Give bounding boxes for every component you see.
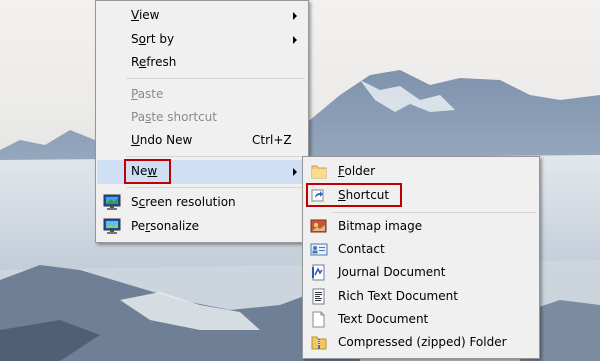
submenu-item-contact[interactable]: Contact bbox=[304, 238, 538, 261]
menu-item-paste[interactable]: Paste bbox=[97, 83, 307, 106]
menu-item-label: Refresh bbox=[131, 55, 177, 69]
submenu-item-label: Contact bbox=[338, 242, 385, 256]
desktop-context-menu: View Sort by Refresh Paste Paste shortcu… bbox=[95, 0, 309, 243]
rich-text-document-icon bbox=[310, 288, 328, 305]
submenu-item-label: Compressed (zipped) Folder bbox=[338, 335, 507, 349]
submenu-item-text-document[interactable]: Text Document bbox=[304, 308, 538, 331]
shortcut-item-annotation-box bbox=[306, 183, 402, 207]
bitmap-image-icon bbox=[310, 218, 328, 235]
submenu-item-label: Text Document bbox=[338, 312, 429, 326]
folder-icon bbox=[310, 163, 328, 180]
personalize-icon bbox=[103, 218, 121, 235]
menu-item-sort-by[interactable]: Sort by bbox=[97, 28, 307, 51]
menu-separator bbox=[126, 156, 305, 157]
keyboard-shortcut: Ctrl+Z bbox=[252, 133, 292, 147]
submenu-arrow-icon bbox=[293, 12, 297, 20]
submenu-arrow-icon bbox=[293, 36, 297, 44]
menu-separator bbox=[333, 212, 536, 213]
menu-item-label: Paste bbox=[131, 87, 164, 101]
menu-item-refresh[interactable]: Refresh bbox=[97, 51, 307, 74]
zipped-folder-icon bbox=[310, 334, 328, 351]
submenu-item-bitmap-image[interactable]: Bitmap image bbox=[304, 215, 538, 238]
text-document-icon bbox=[310, 311, 328, 328]
submenu-item-folder[interactable]: Folder bbox=[304, 160, 538, 183]
new-item-annotation-box bbox=[124, 159, 171, 184]
menu-item-undo-new[interactable]: Undo New Ctrl+Z bbox=[97, 129, 307, 152]
menu-item-paste-shortcut[interactable]: Paste shortcut bbox=[97, 106, 307, 129]
submenu-item-label: Bitmap image bbox=[338, 219, 423, 233]
contact-icon bbox=[310, 241, 328, 258]
screen-resolution-icon bbox=[103, 194, 121, 211]
submenu-item-label: Folder bbox=[338, 164, 376, 178]
menu-item-personalize[interactable]: Personalize bbox=[97, 215, 307, 238]
submenu-item-journal-document[interactable]: Journal Document bbox=[304, 261, 538, 284]
menu-item-label: View bbox=[131, 8, 160, 22]
menu-item-label: Screen resolution bbox=[131, 195, 236, 209]
menu-separator bbox=[126, 187, 305, 188]
menu-item-screen-resolution[interactable]: Screen resolution bbox=[97, 191, 307, 214]
submenu-item-rich-text-document[interactable]: Rich Text Document bbox=[304, 285, 538, 308]
submenu-item-label: Journal Document bbox=[338, 265, 446, 279]
submenu-arrow-icon bbox=[293, 168, 297, 176]
menu-item-view[interactable]: View bbox=[97, 4, 307, 27]
submenu-item-label: Rich Text Document bbox=[338, 289, 458, 303]
submenu-item-compressed-zipped-folder[interactable]: Compressed (zipped) Folder bbox=[304, 331, 538, 354]
menu-separator bbox=[126, 78, 305, 79]
menu-item-label: Paste shortcut bbox=[131, 110, 217, 124]
journal-document-icon bbox=[310, 264, 328, 281]
menu-item-label: Undo New bbox=[131, 133, 193, 147]
menu-item-label: Sort by bbox=[131, 32, 175, 46]
menu-item-label: Personalize bbox=[131, 219, 200, 233]
